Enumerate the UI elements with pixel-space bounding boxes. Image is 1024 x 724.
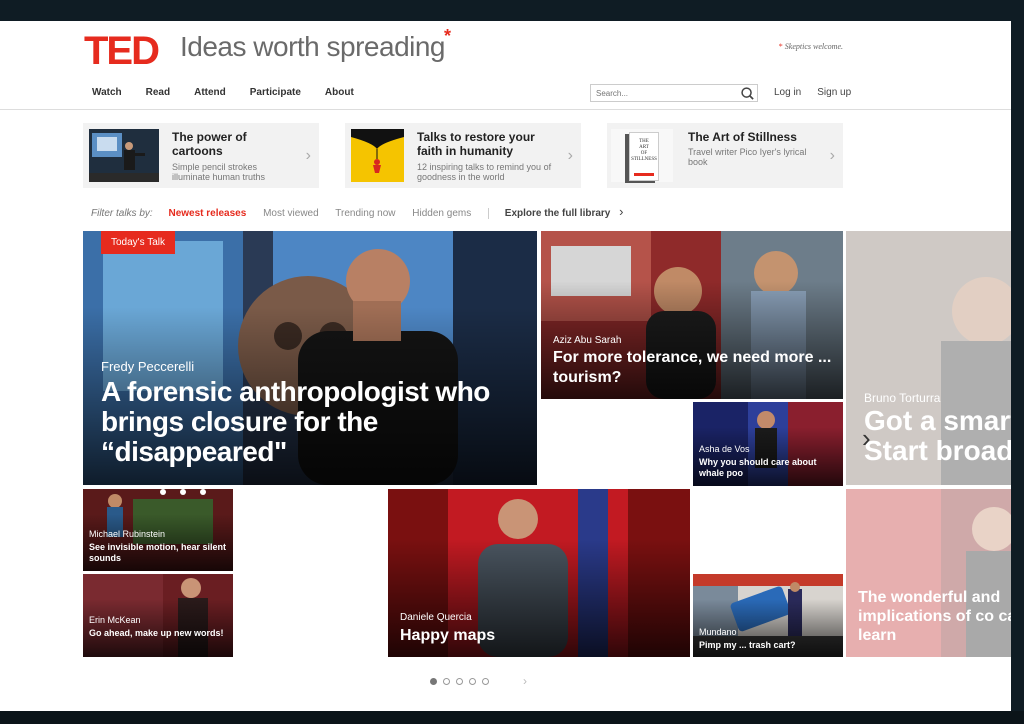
speaker-name: Michael Rubinstein (89, 529, 166, 539)
talk-tile-side-2[interactable]: The wonderful and implications of co can… (846, 489, 1011, 657)
header-divider (0, 109, 1011, 110)
talk-title: A forensic anthropologist who brings clo… (101, 376, 490, 467)
pager-dot-1[interactable] (430, 677, 437, 685)
page: TED Ideas worth spreading * * Skeptics w… (0, 21, 1011, 711)
chevron-right-icon: › (305, 147, 311, 164)
talk-tile-main[interactable]: Today's Talk Fredy Peccerelli A forensic… (83, 231, 537, 485)
talk-title: Go ahead, make up new words! (89, 628, 224, 638)
feature-desc: Simple pencil strokes illuminate human t… (172, 162, 266, 182)
nav-about[interactable]: About (325, 87, 354, 98)
carousel-pager: › (430, 674, 527, 688)
talk-title: See invisible motion, hear silent sounds (89, 542, 227, 563)
pager-dot-2[interactable] (443, 677, 450, 685)
filter-hidden-gems[interactable]: Hidden gems (412, 208, 471, 219)
feature-thumb-humanity (351, 129, 404, 182)
speaker-name: Asha de Vos (699, 444, 750, 454)
feature-card-humanity[interactable]: Talks to restore your faith in humanity … (345, 123, 581, 188)
chevron-right-icon: › (619, 204, 624, 219)
nav-attend[interactable]: Attend (194, 87, 226, 98)
speaker-name: Fredy Peccerelli (101, 359, 195, 374)
talk-tile-erin[interactable]: Erin McKean Go ahead, make up new words! (83, 574, 233, 657)
chevron-right-icon: › (829, 147, 835, 164)
carousel-next-icon[interactable]: › (862, 425, 871, 451)
note-star: * (778, 42, 783, 51)
ted-logo[interactable]: TED (84, 31, 160, 71)
talk-tile-trash[interactable]: Mundano Pimp my ... trash cart? (693, 574, 843, 657)
nav-watch[interactable]: Watch (92, 87, 122, 98)
talk-tile-side[interactable]: Bruno Torturra Got a smartphone? Start b… (846, 231, 1011, 485)
feature-desc: 12 inspiring talks to remind you of good… (417, 162, 552, 182)
login-link[interactable]: Log in (774, 87, 801, 98)
window-bottom-bar (0, 711, 1024, 724)
explore-library-link[interactable]: Explore the full library (505, 208, 611, 219)
speaker-name: Daniele Quercia (400, 612, 472, 623)
search-icon[interactable] (740, 86, 755, 101)
main-nav: Watch Read Attend Participate About (92, 87, 378, 98)
filter-trending[interactable]: Trending now (335, 208, 395, 219)
filter-most-viewed[interactable]: Most viewed (263, 208, 319, 219)
filter-newest[interactable]: Newest releases (168, 208, 246, 219)
feature-title: Talks to restore your faith in humanity (417, 130, 535, 158)
signup-link[interactable]: Sign up (817, 87, 851, 98)
talk-title: For more tolerance, we need more ... tou… (553, 349, 832, 386)
talk-tile-maps[interactable]: Daniele Quercia Happy maps (388, 489, 690, 657)
feature-desc: Travel writer Pico Iyer's lyrical book (688, 147, 807, 167)
talk-title: Happy maps (400, 627, 496, 644)
talk-title: The wonderful and implications of co can… (858, 589, 1011, 644)
pager-next-icon[interactable]: › (523, 674, 527, 688)
chevron-right-icon: › (567, 147, 573, 164)
tagline: Ideas worth spreading (180, 31, 446, 62)
filter-bar: Filter talks by: Newest releases Most vi… (91, 204, 624, 219)
filter-divider (488, 207, 489, 219)
search-box (590, 84, 758, 102)
note-text: Skeptics welcome. (784, 42, 843, 51)
feature-title: The Art of Stillness (688, 130, 797, 144)
talk-tile-tolerance[interactable]: Aziz Abu Sarah For more tolerance, we ne… (541, 231, 843, 399)
talk-tile-motion[interactable]: Michael Rubinstein See invisible motion,… (83, 489, 233, 571)
search-input[interactable] (594, 88, 738, 99)
feature-card-cartoons[interactable]: The power of cartoons Simple pencil stro… (83, 123, 319, 188)
pager-dot-5[interactable] (482, 677, 489, 685)
feature-title: The power of cartoons (172, 130, 247, 158)
talk-title: Pimp my ... trash cart? (699, 640, 796, 650)
pager-dot-3[interactable] (456, 677, 463, 685)
feature-card-stillness[interactable]: THE ART OF STILLNESS The Art of Stillnes… (607, 123, 843, 188)
talk-title: Got a smartphone? Start broadcasting (864, 405, 1011, 466)
book-cover: THE ART OF STILLNESS (629, 132, 659, 181)
skeptics-note[interactable]: * Skeptics welcome. (779, 42, 843, 51)
nav-read[interactable]: Read (146, 87, 170, 98)
book-word: STILLNESS (631, 157, 657, 162)
nav-participate[interactable]: Participate (250, 87, 301, 98)
speaker-name: Mundano (699, 627, 737, 637)
auth-links: Log in Sign up (774, 87, 867, 98)
talk-title: Why you should care about whale poo (699, 457, 817, 478)
tagline-star: * (444, 26, 452, 46)
todays-talk-badge: Today's Talk (101, 231, 175, 254)
speaker-name: Aziz Abu Sarah (553, 335, 622, 346)
feature-thumb-cartoons (89, 129, 159, 182)
feature-thumb-book: THE ART OF STILLNESS (611, 129, 673, 182)
pager-dot-4[interactable] (469, 677, 476, 685)
filter-label: Filter talks by: (91, 208, 153, 219)
speaker-name: Erin McKean (89, 615, 141, 625)
speaker-name: Bruno Torturra (864, 391, 941, 405)
talk-tile-whale[interactable]: Asha de Vos Why you should care about wh… (693, 402, 843, 486)
